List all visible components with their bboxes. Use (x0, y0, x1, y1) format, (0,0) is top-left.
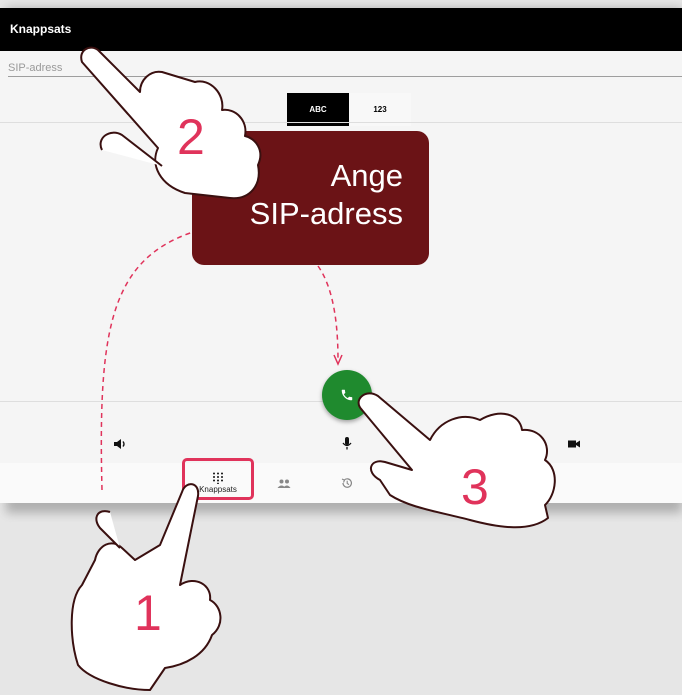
step-number-1: 1 (134, 585, 162, 641)
step-number-3: 3 (461, 459, 489, 515)
pointing-hand-icon (357, 392, 556, 529)
hand-pointers (70, 46, 556, 691)
pointing-hand-icon (80, 46, 262, 200)
step-number-2: 2 (177, 109, 205, 165)
